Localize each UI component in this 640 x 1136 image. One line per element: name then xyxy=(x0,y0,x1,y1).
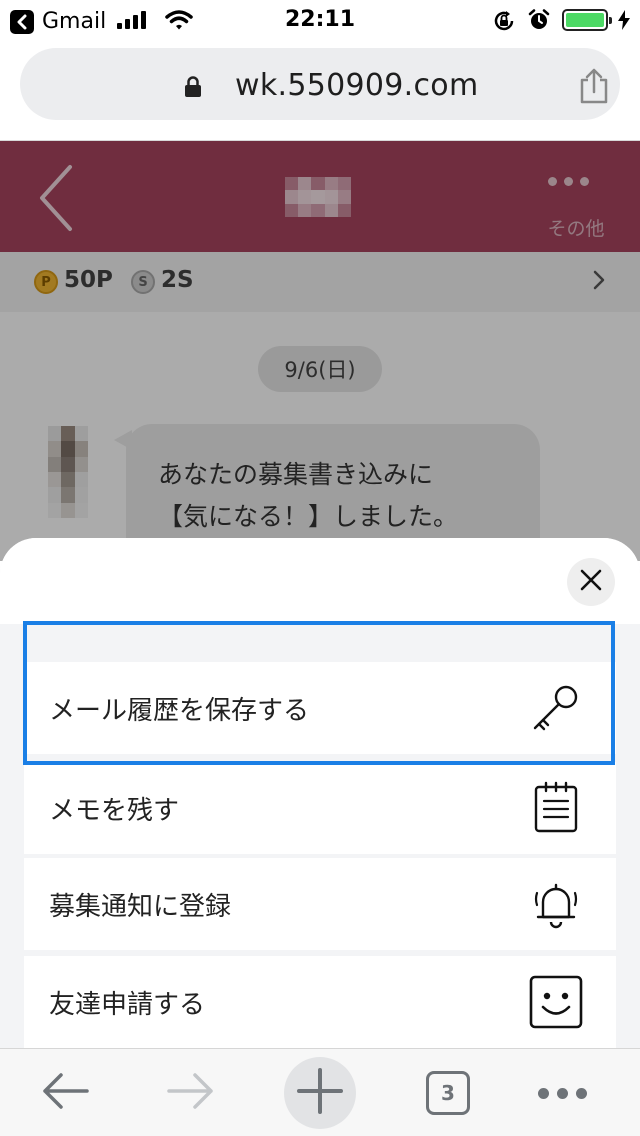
rotation-lock-icon xyxy=(492,9,516,37)
sheet-item-label: メール履歴を保存する xyxy=(49,695,310,726)
browser-toolbar: 3 xyxy=(0,1048,640,1136)
memo-pad-icon xyxy=(526,778,586,838)
register-recruit-notification-item[interactable]: 募集通知に登録 xyxy=(24,858,616,950)
sheet-header xyxy=(0,538,640,624)
browser-address-area: wk.550909.com xyxy=(0,40,640,141)
back-button[interactable] xyxy=(30,1049,100,1136)
close-button[interactable] xyxy=(567,558,615,606)
lock-icon xyxy=(184,76,202,102)
bell-icon xyxy=(526,874,586,934)
plus-icon xyxy=(297,1068,343,1118)
leave-memo-item[interactable]: メモを残す xyxy=(24,762,616,854)
new-tab-button[interactable] xyxy=(283,1049,357,1136)
url-text: wk.550909.com xyxy=(235,68,479,103)
status-bar: Gmail 22:11 xyxy=(0,0,640,40)
sheet-item-label: 友達申請する xyxy=(49,989,206,1020)
sheet-item-label: 募集通知に登録 xyxy=(49,891,232,922)
share-icon[interactable] xyxy=(578,68,610,108)
smiley-icon xyxy=(526,972,586,1032)
menu-button[interactable] xyxy=(530,1049,594,1136)
close-icon xyxy=(580,569,602,595)
modal-backdrop[interactable] xyxy=(0,141,640,561)
tab-count: 3 xyxy=(426,1071,470,1115)
send-friend-request-item[interactable]: 友達申請する xyxy=(24,956,616,1048)
sheet-item-label: メモを残す xyxy=(49,795,180,826)
action-sheet: メール履歴を保存する メモを残す 募集通知に登録 友達申請する xyxy=(0,538,640,1048)
key-icon xyxy=(526,678,586,738)
alarm-icon xyxy=(528,9,550,35)
forward-button[interactable] xyxy=(156,1049,226,1136)
battery-icon xyxy=(562,9,612,31)
save-mail-history-item[interactable]: メール履歴を保存する xyxy=(24,662,616,754)
charging-bolt-icon xyxy=(618,10,630,34)
arrow-right-icon xyxy=(165,1071,217,1115)
address-bar[interactable]: wk.550909.com xyxy=(20,48,620,120)
arrow-left-icon xyxy=(39,1071,91,1115)
tab-switcher-button[interactable]: 3 xyxy=(420,1049,476,1136)
more-dots-icon xyxy=(537,1087,587,1099)
